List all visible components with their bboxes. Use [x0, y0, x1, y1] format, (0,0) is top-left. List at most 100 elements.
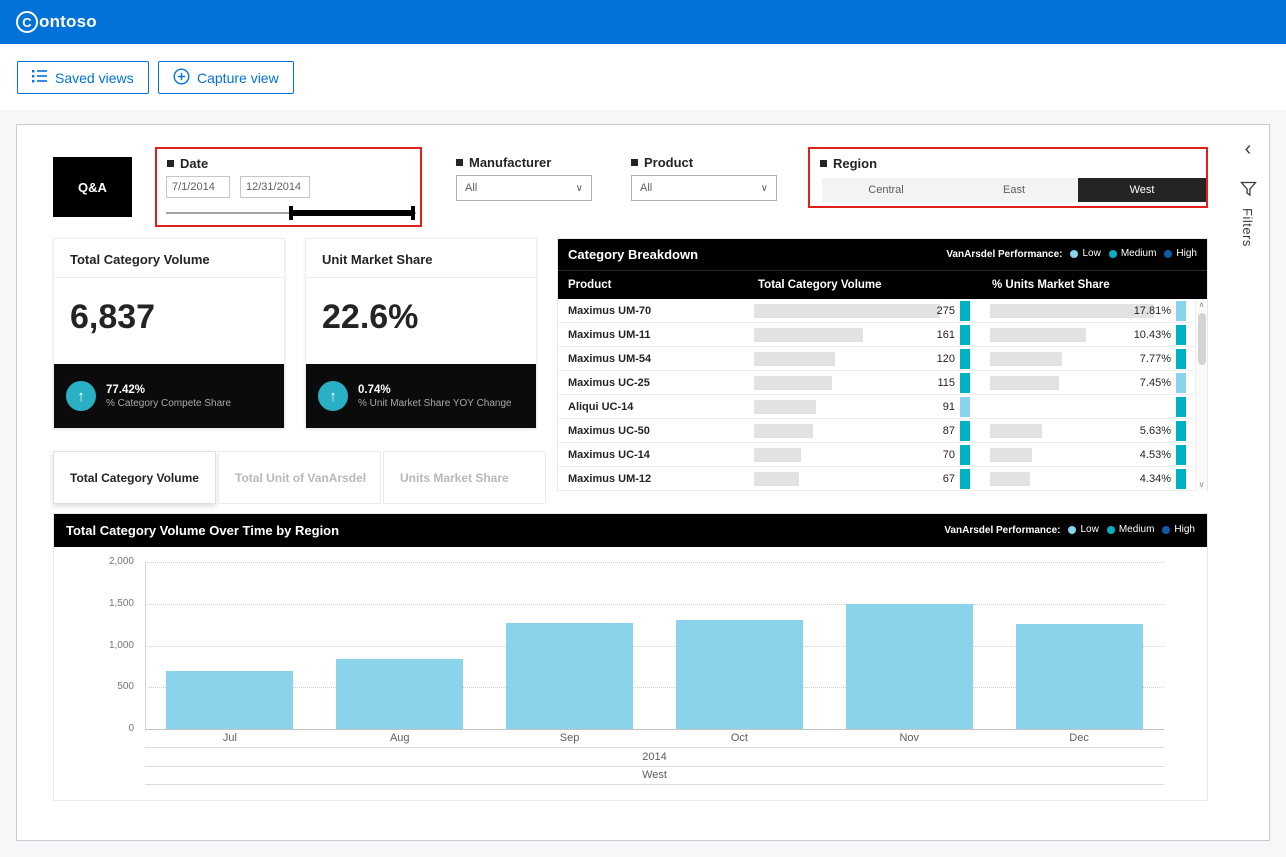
table-row[interactable]: Maximus UC-251157.45% [558, 371, 1207, 395]
legend-dot-icon [1070, 250, 1078, 258]
data-bar [990, 448, 1032, 462]
performance-indicator-icon [1176, 301, 1186, 321]
table-row[interactable]: Maximus UC-14704.53% [558, 443, 1207, 467]
scroll-up-icon[interactable]: ∧ [1196, 299, 1207, 311]
bar[interactable] [166, 671, 293, 729]
legend-label: VanArsdel Performance: [946, 249, 1062, 260]
region-option-central[interactable]: Central [822, 178, 950, 202]
saved-views-button[interactable]: Saved views [17, 61, 149, 94]
filters-pane-collapsed: ‹ Filters [1235, 139, 1261, 247]
product-dropdown[interactable]: All ∨ [631, 175, 777, 201]
data-bar [754, 352, 835, 366]
filters-pane-label[interactable]: Filters [1240, 208, 1255, 247]
table-scrollbar[interactable]: ∧ ∨ [1195, 299, 1207, 491]
region-option-west[interactable]: West [1078, 178, 1206, 202]
table-cell: 67 [754, 469, 970, 489]
cell-value: 5.63% [1140, 421, 1171, 441]
table-row[interactable]: Maximus UC-50875.63% [558, 419, 1207, 443]
data-bar [990, 304, 1154, 318]
scrollbar-thumb[interactable] [1198, 313, 1206, 365]
region-button-group: Central East West [822, 178, 1206, 202]
table-cell: 17.81% [990, 301, 1186, 321]
cell-value: 161 [937, 325, 955, 345]
manufacturer-value: All [465, 182, 477, 194]
bar-slot [654, 562, 824, 729]
table-row[interactable]: Maximus UM-12674.34% [558, 467, 1207, 491]
column-header-share[interactable]: % Units Market Share [992, 271, 1110, 300]
date-slider-range[interactable] [291, 210, 413, 216]
product-name: Aliqui UC-14 [568, 395, 633, 419]
performance-indicator-icon [960, 301, 970, 321]
legend-dot-icon [1068, 526, 1076, 534]
legend-label: VanArsdel Performance: [944, 525, 1060, 536]
bar-slot [485, 562, 655, 729]
bar[interactable] [1016, 624, 1143, 729]
performance-indicator-icon [1176, 397, 1186, 417]
bar[interactable] [506, 623, 633, 729]
kpi-delta-label: % Category Compete Share [106, 398, 231, 409]
kpi-value: 22.6% [306, 278, 536, 357]
bar-series [145, 562, 1164, 729]
region-option-east[interactable]: East [950, 178, 1078, 202]
legend-item: High [1162, 524, 1195, 535]
table-row[interactable]: Maximus UM-541207.77% [558, 347, 1207, 371]
chevron-down-icon: ∨ [576, 183, 583, 194]
date-start-input[interactable] [166, 176, 230, 198]
date-slider-handle-right[interactable] [411, 206, 415, 220]
capture-view-button[interactable]: Capture view [158, 61, 294, 94]
category-breakdown-table: Category Breakdown VanArsdel Performance… [557, 238, 1208, 491]
date-end-input[interactable] [240, 176, 310, 198]
qna-button[interactable]: Q&A [53, 157, 132, 217]
table-cell: 275 [754, 301, 970, 321]
table-title: Category Breakdown [568, 247, 698, 262]
tab-total-unit-of-vanarsdel[interactable]: Total Unit of VanArsdel [218, 451, 381, 504]
table-row[interactable]: Maximus UM-7027517.81% [558, 299, 1207, 323]
table-cell: 120 [754, 349, 970, 369]
top-app-bar: Contoso [0, 0, 1286, 44]
y-tick-label: 500 [54, 681, 134, 692]
legend-item: Low [1068, 524, 1098, 535]
x-axis-year-label: 2014 [145, 751, 1164, 767]
cell-value: 115 [937, 373, 955, 393]
expand-filters-chevron-icon[interactable]: ‹ [1235, 139, 1261, 159]
saved-views-icon [32, 69, 48, 86]
y-tick-label: 1,000 [54, 640, 134, 651]
legend-dot-icon [1107, 526, 1115, 534]
contoso-logo[interactable]: Contoso [16, 11, 97, 33]
kpi-value: 6,837 [54, 278, 284, 357]
table-row[interactable]: Maximus UM-1116110.43% [558, 323, 1207, 347]
performance-indicator-icon [960, 349, 970, 369]
performance-indicator-icon [960, 445, 970, 465]
legend-item: High [1164, 248, 1197, 259]
date-slider-handle-left[interactable] [289, 206, 293, 220]
legend-item: Low [1070, 248, 1100, 259]
performance-indicator-icon [960, 421, 970, 441]
performance-indicator-icon [1176, 349, 1186, 369]
cell-value: 7.45% [1140, 373, 1171, 393]
manufacturer-dropdown[interactable]: All ∨ [456, 175, 592, 201]
up-arrow-icon: ↑ [66, 381, 96, 411]
cell-value: 10.43% [1134, 325, 1171, 345]
filter-funnel-icon[interactable] [1235, 181, 1261, 202]
bar[interactable] [336, 659, 463, 729]
table-cell: 10.43% [990, 325, 1186, 345]
bar[interactable] [846, 604, 973, 729]
column-header-product[interactable]: Product [568, 271, 611, 300]
kpi-title: Unit Market Share [306, 239, 536, 278]
cell-value: 120 [937, 349, 955, 369]
bar-slot [824, 562, 994, 729]
column-header-volume[interactable]: Total Category Volume [758, 271, 882, 300]
tab-units-market-share[interactable]: Units Market Share [383, 451, 546, 504]
saved-views-label: Saved views [55, 70, 134, 86]
cell-value: 4.34% [1140, 469, 1171, 489]
circle-plus-icon [173, 68, 190, 88]
volume-over-time-chart: Total Category Volume Over Time by Regio… [53, 513, 1208, 801]
table-row[interactable]: Aliqui UC-1491 [558, 395, 1207, 419]
bar[interactable] [676, 620, 803, 729]
tab-total-category-volume[interactable]: Total Category Volume [53, 451, 216, 504]
scroll-down-icon[interactable]: ∨ [1196, 479, 1207, 491]
y-tick-label: 2,000 [54, 556, 134, 567]
x-tick-label: Aug [315, 732, 485, 744]
legend-items: LowMediumHigh [1060, 524, 1195, 537]
x-tick-label: Sep [485, 732, 655, 744]
